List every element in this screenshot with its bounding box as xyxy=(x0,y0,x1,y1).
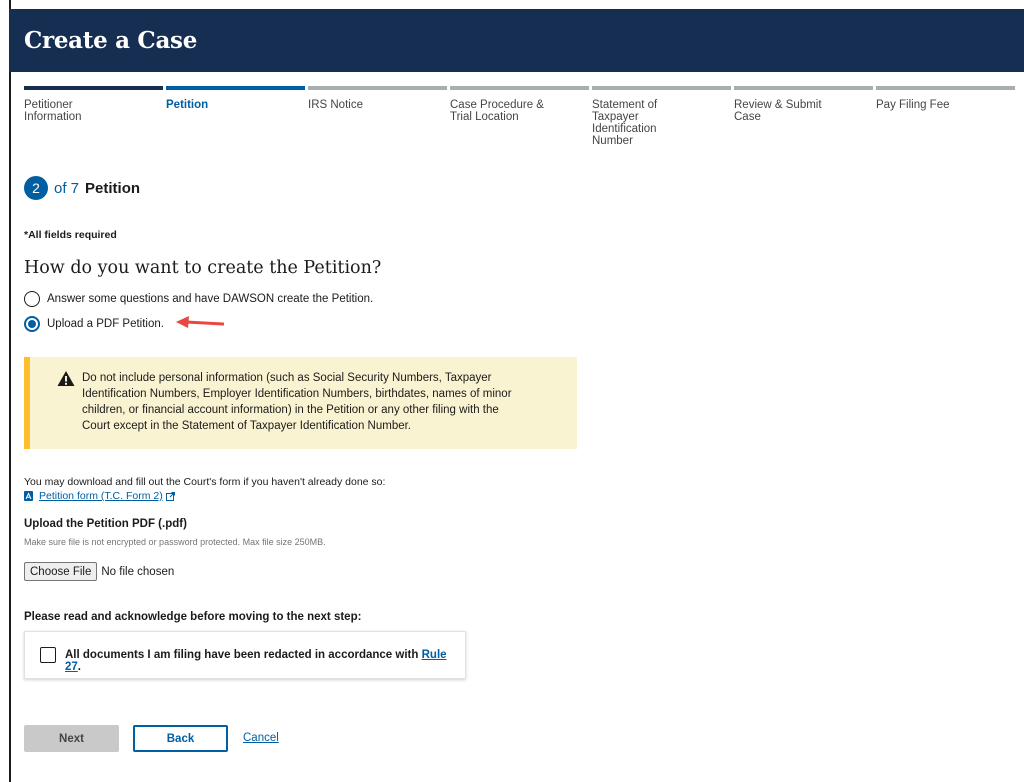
step-case-procedure: Case Procedure & Trial Location xyxy=(450,86,589,123)
cancel-link[interactable]: Cancel xyxy=(243,732,279,744)
step-label: Pay Filing Fee xyxy=(876,99,950,111)
step-indicator: Petitioner Information Petition IRS Noti… xyxy=(24,86,1016,156)
step-pay-filing-fee: Pay Filing Fee xyxy=(876,86,1015,111)
step-review-submit: Review & Submit Case xyxy=(734,86,873,123)
step-statement-tin: Statement of Taxpayer Identification Num… xyxy=(592,86,731,147)
petition-form-link[interactable]: Petition form (T.C. Form 2) xyxy=(39,490,163,502)
download-instructions: You may download and fill out the Court'… xyxy=(24,476,386,488)
choose-file-button[interactable]: Choose File xyxy=(24,562,98,581)
upload-hint: Make sure file is not encrypted or passw… xyxy=(24,537,326,547)
red-arrow-icon xyxy=(176,316,224,328)
step-counter: 2 of 7 Petition xyxy=(24,176,140,200)
ack-text[interactable]: All documents I am filing have been reda… xyxy=(65,649,418,661)
acknowledge-heading: Please read and acknowledge before movin… xyxy=(24,611,362,623)
petition-method-question: How do you want to create the Petition? xyxy=(24,258,382,278)
radio-circle-selected[interactable] xyxy=(24,316,40,332)
step-petitioner-information: Petitioner Information xyxy=(24,86,163,123)
step-label: Case Procedure & Trial Location xyxy=(450,99,544,123)
page-header: Create a Case xyxy=(9,9,1024,72)
radio-circle[interactable] xyxy=(24,291,40,307)
radio-label[interactable]: Upload a PDF Petition. xyxy=(47,318,164,330)
required-note: *All fields required xyxy=(24,229,117,241)
petition-file-input[interactable]: Choose File No file chosen xyxy=(24,562,174,581)
step-heading: Petition xyxy=(85,179,141,197)
step-label: IRS Notice xyxy=(308,99,363,111)
redaction-checkbox[interactable] xyxy=(40,647,56,663)
step-bar xyxy=(734,86,873,90)
step-label: Review & Submit Case xyxy=(734,99,822,123)
radio-label[interactable]: Answer some questions and have DAWSON cr… xyxy=(47,293,373,305)
step-label: Petition xyxy=(166,99,209,111)
step-bar xyxy=(308,86,447,90)
warning-triangle-icon xyxy=(57,371,75,386)
ack-suffix: . xyxy=(77,661,81,673)
page-title: Create a Case xyxy=(24,27,198,54)
radio-upload-pdf[interactable]: Upload a PDF Petition. xyxy=(24,316,164,332)
step-number-badge: 2 xyxy=(24,176,48,200)
upload-label: Upload the Petition PDF (.pdf) xyxy=(24,518,187,530)
next-button[interactable]: Next xyxy=(24,725,119,752)
step-bar xyxy=(450,86,589,90)
step-bar xyxy=(876,86,1015,90)
redaction-acknowledgement[interactable]: All documents I am filing have been reda… xyxy=(24,631,466,679)
step-label: Statement of Taxpayer Identification Num… xyxy=(592,99,658,147)
step-irs-notice: IRS Notice xyxy=(308,86,447,111)
step-total: of 7 xyxy=(54,179,80,197)
external-link-icon xyxy=(165,491,175,501)
petition-form-download[interactable]: Petition form (T.C. Form 2) xyxy=(24,490,175,502)
radio-dawson-create[interactable]: Answer some questions and have DAWSON cr… xyxy=(24,291,373,307)
step-bar xyxy=(166,86,305,90)
step-petition: Petition xyxy=(166,86,305,111)
step-label: Petitioner Information xyxy=(24,99,82,123)
pdf-file-icon xyxy=(24,491,33,501)
back-button[interactable]: Back xyxy=(133,725,228,752)
redaction-checkbox-label[interactable]: All documents I am filing have been reda… xyxy=(65,649,465,673)
step-bar xyxy=(24,86,163,90)
pii-warning-alert: Do not include personal information (suc… xyxy=(24,357,577,449)
step-bar xyxy=(592,86,731,90)
warning-message: Do not include personal information (suc… xyxy=(82,372,512,432)
file-status: No file chosen xyxy=(101,565,175,578)
